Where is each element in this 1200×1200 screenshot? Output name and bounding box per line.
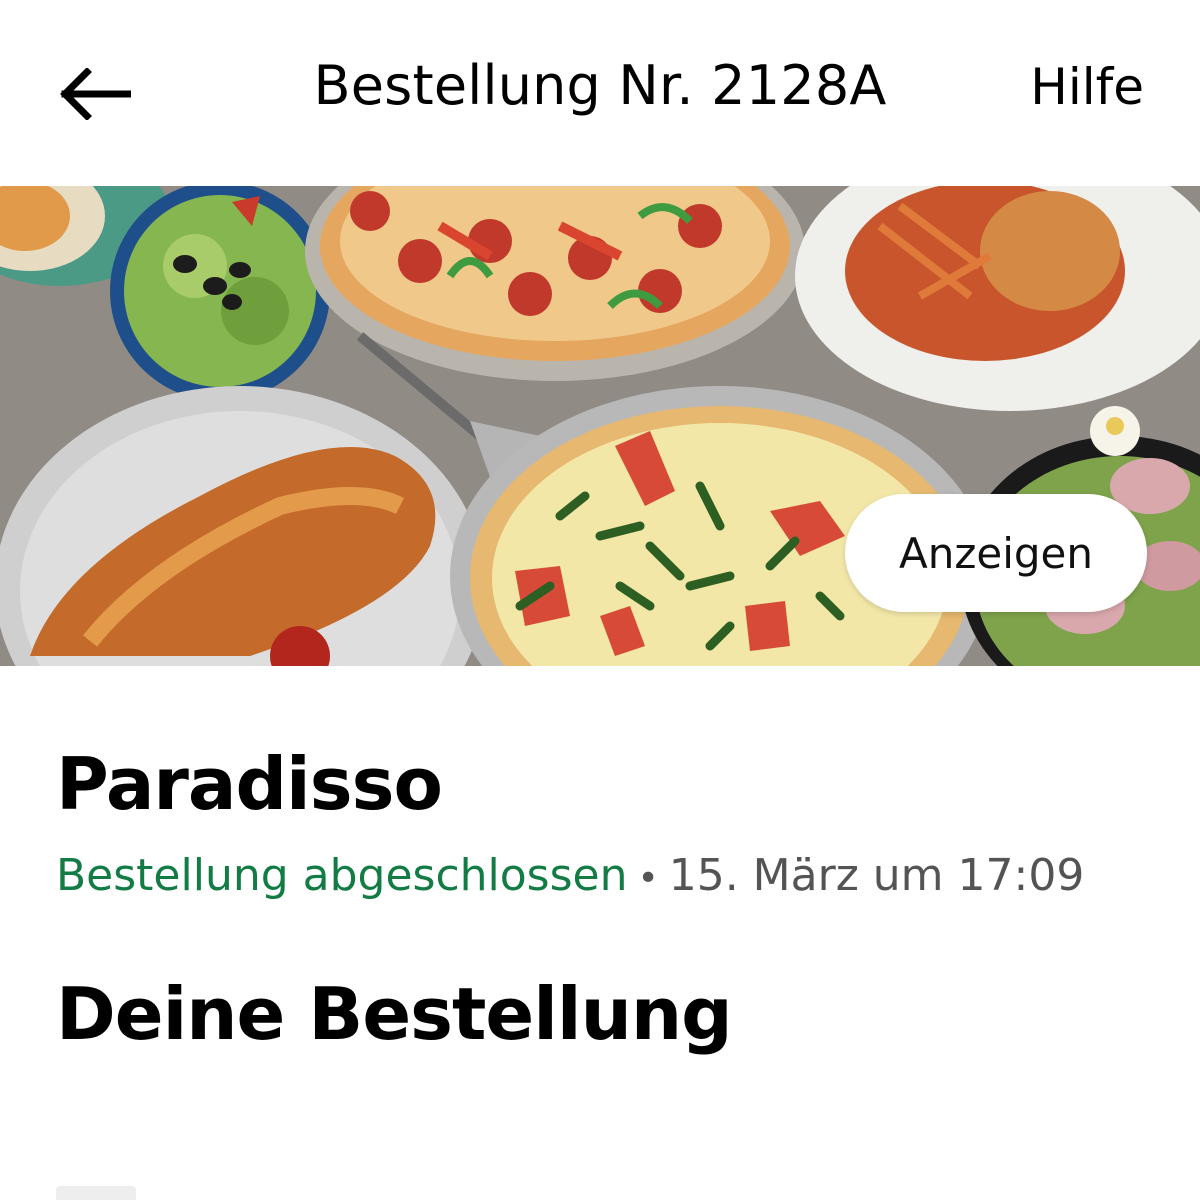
order-item-thumbnail	[56, 1186, 136, 1200]
arrow-left-icon	[60, 68, 131, 120]
page-title: Bestellung Nr. 2128A	[313, 54, 887, 117]
top-bar: Bestellung Nr. 2128A Hilfe	[0, 0, 1200, 186]
order-status-line: Bestellung abgeschlossen • 15. März um 17:…	[56, 850, 1084, 901]
separator-dot: •	[637, 858, 659, 899]
back-button[interactable]	[50, 52, 140, 136]
order-date: 15. März um 17:09	[668, 850, 1085, 901]
help-button[interactable]: Hilfe	[1030, 58, 1144, 116]
show-button[interactable]: Anzeigen	[845, 494, 1147, 612]
restaurant-name: Paradisso	[56, 742, 443, 826]
order-detail-screen: Bestellung Nr. 2128A Hilfe Anzeigen Para…	[0, 0, 1200, 1200]
section-title-your-order: Deine Bestellung	[56, 972, 733, 1056]
order-status: Bestellung abgeschlossen	[56, 850, 628, 901]
